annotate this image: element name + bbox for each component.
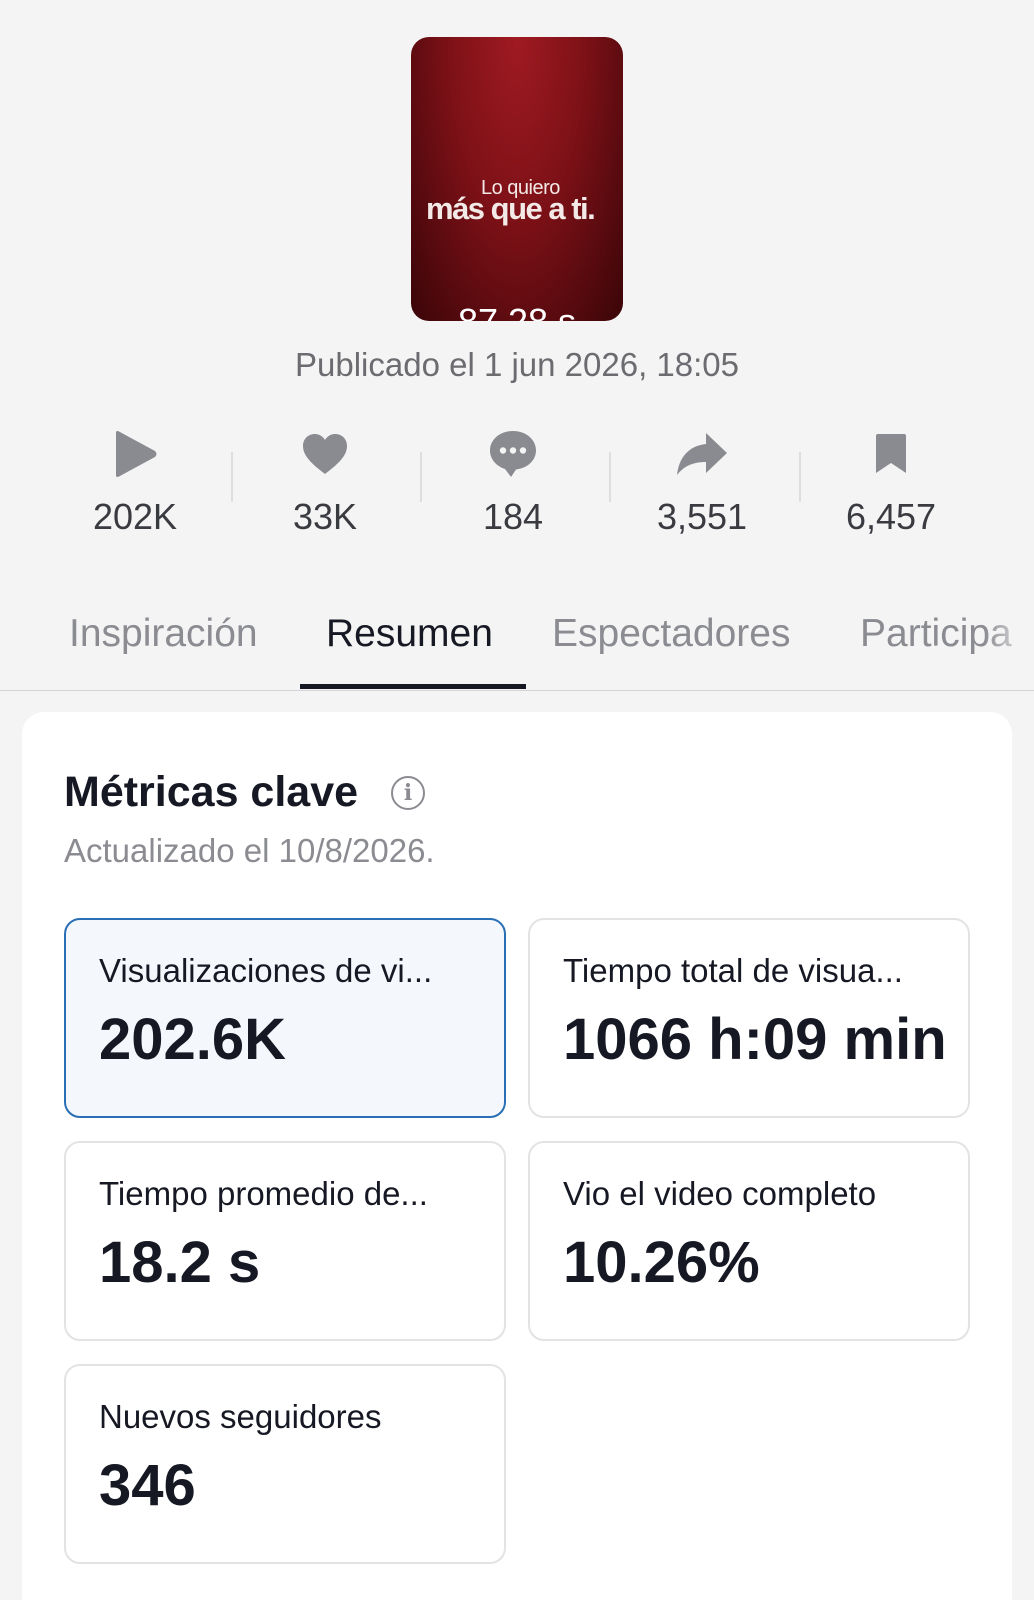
stat-likes: 33K <box>230 424 420 554</box>
stat-value: 3,551 <box>656 496 748 537</box>
metric-card-average-watch-time[interactable]: Tiempo promedio de... 18.2 s <box>64 1141 506 1341</box>
stat-value: 202K <box>92 496 178 537</box>
stat-separator <box>420 452 422 502</box>
stat-saves: 6,457 <box>796 424 986 554</box>
comment-icon <box>418 424 608 484</box>
active-tab-indicator <box>300 684 526 689</box>
stat-separator <box>231 452 233 502</box>
analytics-tabs: Inspiración Resumen Espectadores Partici… <box>0 610 1034 690</box>
stat-views: 202K <box>40 424 230 554</box>
tabs-fade-overlay <box>984 604 1034 684</box>
tabs-divider <box>0 690 1034 691</box>
metric-card-completion-rate[interactable]: Vio el video completo 10.26% <box>528 1141 970 1341</box>
video-thumbnail[interactable]: Lo quiero más que a ti. 87.28 s <box>411 37 623 321</box>
stat-separator <box>799 452 801 502</box>
metric-value: 1066 h:09 min <box>563 1007 947 1072</box>
stat-shares: 3,551 <box>607 424 797 554</box>
metric-value: 18.2 s <box>99 1230 261 1295</box>
stat-value: 6,457 <box>845 496 937 537</box>
metric-value: 202.6K <box>99 1007 287 1072</box>
metric-label: Vio el video completo <box>563 1175 877 1212</box>
tab-resumen[interactable]: Resumen <box>326 610 493 690</box>
info-icon[interactable]: i <box>391 776 425 810</box>
stat-value: 184 <box>482 496 544 537</box>
share-icon <box>607 424 797 484</box>
metric-label: Tiempo promedio de... <box>99 1175 428 1212</box>
bookmark-icon <box>796 424 986 484</box>
metric-card-new-followers[interactable]: Nuevos seguidores 346 <box>64 1364 506 1564</box>
tab-inspiracion[interactable]: Inspiración <box>69 610 258 690</box>
metric-label: Visualizaciones de vi... <box>99 952 433 989</box>
play-icon <box>40 424 230 484</box>
stat-value: 33K <box>292 496 358 537</box>
stat-separator <box>609 452 611 502</box>
publish-date: Publicado el 1 jun 2026, 18:05 <box>294 346 740 383</box>
metric-card-views[interactable]: Visualizaciones de vi... 202.6K <box>64 918 506 1118</box>
heart-icon <box>230 424 420 484</box>
video-duration: 87.28 s <box>411 301 623 321</box>
video-analytics-page: Lo quiero más que a ti. 87.28 s Publicad… <box>0 0 1034 1600</box>
metric-value: 346 <box>99 1453 196 1518</box>
tab-espectadores[interactable]: Espectadores <box>552 610 790 690</box>
metric-value: 10.26% <box>563 1230 760 1295</box>
metric-label: Nuevos seguidores <box>99 1398 382 1435</box>
key-metrics-title: Métricas clave <box>64 768 359 816</box>
metric-card-total-watch-time[interactable]: Tiempo total de visua... 1066 h:09 min <box>528 918 970 1118</box>
metric-label: Tiempo total de visua... <box>563 952 903 989</box>
stat-comments: 184 <box>418 424 608 554</box>
updated-date: Actualizado el 10/8/2026. <box>64 832 435 869</box>
thumbnail-caption-big: más que a ti. <box>426 191 596 226</box>
video-stats-row: 202K 33K 184 3,551 6,457 <box>0 424 1034 554</box>
